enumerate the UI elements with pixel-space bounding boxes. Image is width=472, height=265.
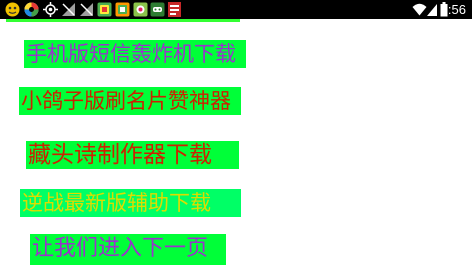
app-icon <box>133 2 148 17</box>
gps-icon <box>43 2 58 17</box>
app-icon <box>115 2 130 17</box>
wifi-icon <box>412 2 427 17</box>
link-sms-bomber-download[interactable]: 手机版短信轰炸机下载 <box>24 40 246 68</box>
previous-link-remnant <box>6 19 240 22</box>
clock: 9:56 <box>440 2 466 17</box>
link-card-like-tool[interactable]: 小鸽子版刷名片赞神器 <box>19 87 241 115</box>
signal-icon <box>426 2 438 17</box>
no-sim-icon <box>61 2 76 17</box>
link-acrostic-poem-maker[interactable]: 藏头诗制作器下载 <box>26 141 239 169</box>
link-game-assist-download[interactable]: 逆战最新版辅助下载 <box>20 189 241 217</box>
notification-icon <box>168 2 181 17</box>
palette-icon <box>24 2 39 17</box>
game-icon <box>150 2 165 17</box>
link-next-page[interactable]: 让我们进入下一页 <box>30 234 226 265</box>
status-bar: 9:56 <box>0 0 472 19</box>
android-avatar-icon <box>5 2 20 17</box>
no-sim-icon <box>79 2 94 17</box>
app-icon <box>97 2 112 17</box>
